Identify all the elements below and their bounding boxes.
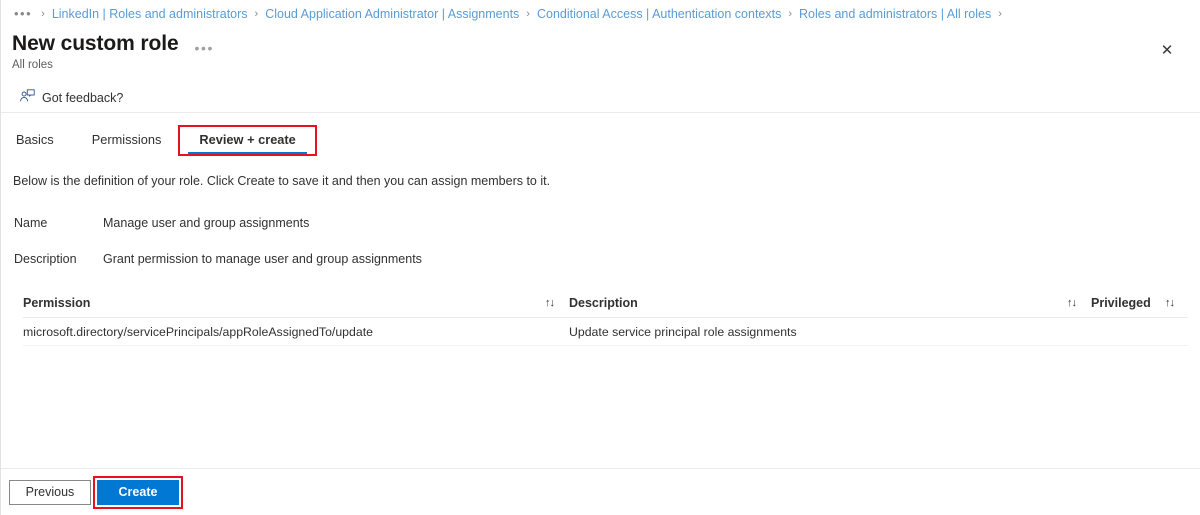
tab-review-create-label: Review + create — [199, 132, 296, 147]
feedback-person-icon — [19, 88, 35, 107]
column-header-description[interactable]: Description — [569, 296, 1067, 310]
breadcrumb-item-cloud-app-admin-assignments[interactable]: Cloud Application Administrator | Assign… — [265, 7, 519, 21]
page-more-menu-button[interactable]: ••• — [195, 40, 215, 56]
breadcrumb-separator: › — [788, 7, 793, 20]
breadcrumb-separator: › — [998, 7, 1002, 20]
breadcrumb-item-roles-and-administrators-all-roles[interactable]: Roles and administrators | All roles — [799, 7, 991, 21]
got-feedback-button[interactable]: Got feedback? — [15, 87, 127, 109]
page-subtitle: All roles — [12, 59, 53, 71]
breadcrumb-overflow-button[interactable]: ••• — [12, 6, 34, 21]
field-row-description: Description Grant permission to manage u… — [14, 252, 1200, 266]
previous-button[interactable]: Previous — [9, 479, 91, 505]
create-button[interactable]: Create — [97, 479, 179, 505]
create-button-highlight: Create — [93, 475, 183, 509]
new-custom-role-blade: ••• › LinkedIn | Roles and administrator… — [0, 0, 1200, 515]
field-label-name: Name — [14, 216, 48, 230]
tab-permissions-label: Permissions — [91, 132, 162, 147]
tab-basics[interactable]: Basics — [12, 132, 73, 154]
tab-review-create[interactable]: Review + create — [178, 125, 317, 156]
cell-description: Update service principal role assignment… — [569, 324, 797, 339]
sort-icon-privileged[interactable]: ↑↓ — [1165, 297, 1189, 309]
column-header-privileged[interactable]: Privileged — [1091, 296, 1165, 310]
field-value-name: Manage user and group assignments — [103, 216, 310, 230]
column-header-permission[interactable]: Permission — [23, 296, 545, 310]
breadcrumb: ••• › LinkedIn | Roles and administrator… — [1, 0, 1200, 27]
breadcrumb-separator: › — [254, 7, 259, 20]
sort-icon-permission[interactable]: ↑↓ — [545, 297, 569, 309]
got-feedback-label: Got feedback? — [42, 90, 124, 105]
wizard-tabs: Basics Permissions Review + create — [1, 125, 1200, 156]
wizard-footer: Previous Create — [1, 468, 1200, 515]
command-bar: Got feedback? — [1, 83, 1200, 113]
page-header: New custom role ••• ✕ — [1, 27, 1200, 59]
permissions-table: Permission ↑↓ Description ↑↓ Privileged … — [23, 288, 1188, 346]
breadcrumb-item-linkedin-roles[interactable]: LinkedIn | Roles and administrators — [52, 7, 248, 21]
role-summary-fields: Name Manage user and group assignments D… — [1, 216, 1200, 266]
breadcrumb-item-conditional-access-auth-contexts[interactable]: Conditional Access | Authentication cont… — [537, 7, 781, 21]
tab-permissions[interactable]: Permissions — [73, 132, 181, 154]
field-row-name: Name Manage user and group assignments — [14, 216, 1200, 230]
tab-active-underline — [188, 151, 307, 154]
table-row[interactable]: microsoft.directory/servicePrincipals/ap… — [23, 318, 1188, 346]
breadcrumb-separator: › — [526, 7, 530, 20]
sort-icon-description[interactable]: ↑↓ — [1067, 297, 1091, 309]
field-value-description: Grant permission to manage user and grou… — [103, 252, 422, 266]
breadcrumb-separator: › — [41, 7, 45, 20]
close-icon[interactable]: ✕ — [1152, 35, 1182, 65]
cell-permission: microsoft.directory/servicePrincipals/ap… — [23, 324, 373, 339]
page-title: New custom role — [12, 32, 179, 55]
field-label-description: Description — [14, 252, 77, 266]
review-intro-text: Below is the definition of your role. Cl… — [13, 174, 551, 188]
table-header-row: Permission ↑↓ Description ↑↓ Privileged … — [23, 288, 1188, 318]
tab-basics-label: Basics — [16, 132, 54, 147]
